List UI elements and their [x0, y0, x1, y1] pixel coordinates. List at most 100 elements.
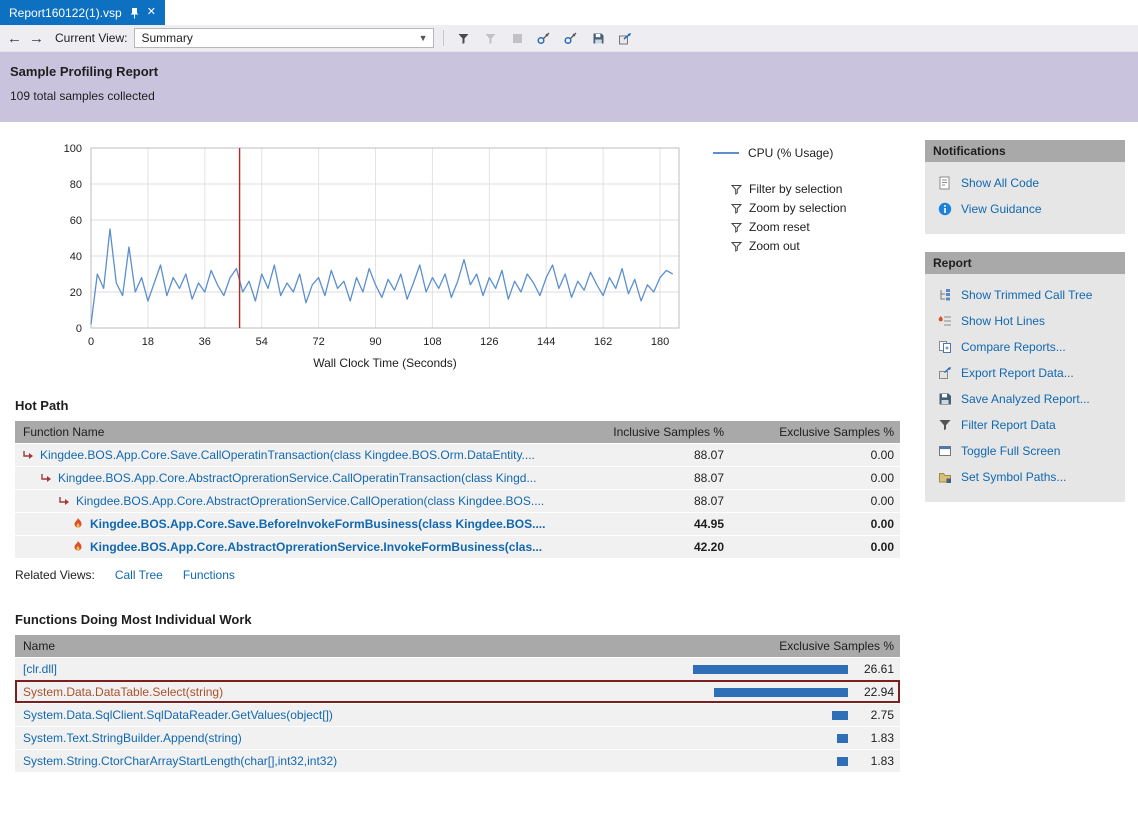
link-label: View Guidance	[961, 202, 1042, 216]
link-label: Export Report Data...	[961, 366, 1074, 380]
function-link[interactable]: Kingdee.BOS.App.Core.Save.CallOperatinTr…	[40, 448, 535, 462]
function-link[interactable]: Kingdee.BOS.App.Core.AbstractOprerationS…	[76, 494, 544, 508]
column-function-name[interactable]: Function Name	[15, 425, 565, 439]
svg-text:20: 20	[70, 287, 82, 299]
toolbar-separator	[443, 30, 444, 46]
function-link[interactable]: Kingdee.BOS.App.Core.AbstractOprerationS…	[58, 471, 536, 485]
zoom-reset-button[interactable]: Zoom reset	[731, 220, 846, 234]
hot-path-table-header[interactable]: Function Name Inclusive Samples % Exclus…	[15, 421, 900, 443]
legend-label: CPU (% Usage)	[748, 146, 833, 160]
function-link[interactable]: Kingdee.BOS.App.Core.AbstractOprerationS…	[90, 540, 542, 554]
tab-title: Report160122(1).vsp	[9, 6, 122, 20]
table-row[interactable]: System.String.CtorCharArrayStartLength(c…	[15, 749, 900, 772]
function-link[interactable]: System.Data.SqlClient.SqlDataReader.GetV…	[15, 708, 678, 722]
svg-text:108: 108	[423, 336, 441, 348]
column-name[interactable]: Name	[15, 639, 730, 653]
svg-text:126: 126	[480, 336, 498, 348]
hot-path-table: Function Name Inclusive Samples % Exclus…	[15, 421, 900, 558]
notifications-panel: Notifications Show All Code View Guidanc…	[925, 140, 1125, 234]
key-icon-2[interactable]	[561, 28, 581, 48]
table-row[interactable]: Kingdee.BOS.App.Core.Save.BeforeInvokeFo…	[15, 512, 900, 535]
toggle-full-screen-link[interactable]: Toggle Full Screen	[925, 438, 1125, 464]
table-row[interactable]: [clr.dll] 26.61	[15, 657, 900, 680]
call-tree-link[interactable]: Call Tree	[115, 568, 163, 582]
tool-label: Zoom reset	[749, 220, 810, 234]
export-report-data-link[interactable]: Export Report Data...	[925, 360, 1125, 386]
zoom-out-button[interactable]: Zoom out	[731, 239, 846, 253]
funnel-icon	[731, 241, 742, 252]
cpu-usage-chart[interactable]: 01836547290108126144162180020406080100Wa…	[45, 140, 705, 372]
zoom-by-selection-button[interactable]: Zoom by selection	[731, 201, 846, 215]
stop-square-icon	[507, 28, 527, 48]
table-row[interactable]: System.Text.StringBuilder.Append(string)…	[15, 726, 900, 749]
svg-text:180: 180	[651, 336, 669, 348]
table-row[interactable]: System.Data.SqlClient.SqlDataReader.GetV…	[15, 703, 900, 726]
function-link[interactable]: [clr.dll]	[15, 662, 678, 676]
functions-link[interactable]: Functions	[183, 568, 235, 582]
functions-work-title: Functions Doing Most Individual Work	[15, 612, 915, 627]
function-link[interactable]: Kingdee.BOS.App.Core.Save.BeforeInvokeFo…	[90, 517, 545, 531]
pin-icon[interactable]	[130, 7, 139, 19]
show-trimmed-call-tree-link[interactable]: Show Trimmed Call Tree	[925, 282, 1125, 308]
svg-text:0: 0	[76, 323, 82, 335]
column-exclusive-samples[interactable]: Exclusive Samples %	[730, 639, 900, 653]
notifications-header: Notifications	[925, 140, 1125, 162]
set-symbol-paths-link[interactable]: Set Symbol Paths...	[925, 464, 1125, 490]
function-link[interactable]: System.String.CtorCharArrayStartLength(c…	[15, 754, 678, 768]
link-label: Show Trimmed Call Tree	[961, 288, 1092, 302]
svg-text:72: 72	[312, 336, 324, 348]
svg-text:18: 18	[142, 336, 154, 348]
svg-text:60: 60	[70, 215, 82, 227]
inclusive-value: 42.20	[565, 540, 730, 554]
folder-icon	[937, 470, 952, 484]
view-dropdown[interactable]: Summary ▼	[134, 28, 434, 48]
svg-text:80: 80	[70, 179, 82, 191]
column-inclusive-samples[interactable]: Inclusive Samples %	[565, 425, 730, 439]
link-label: Show Hot Lines	[961, 314, 1045, 328]
link-label: Toggle Full Screen	[961, 444, 1060, 458]
report-panel: Report Show Trimmed Call Tree Show Hot L…	[925, 252, 1125, 502]
table-row[interactable]: Kingdee.BOS.App.Core.AbstractOprerationS…	[15, 489, 900, 512]
flame-icon	[72, 518, 84, 530]
compare-reports-link[interactable]: Compare Reports...	[925, 334, 1125, 360]
samples-collected-text: 109 total samples collected	[10, 89, 1128, 103]
document-tab[interactable]: Report160122(1).vsp ✕	[0, 0, 165, 25]
column-exclusive-samples[interactable]: Exclusive Samples %	[730, 425, 900, 439]
info-icon	[937, 202, 952, 216]
export-icon[interactable]	[615, 28, 635, 48]
report-header: Report	[925, 252, 1125, 274]
table-row[interactable]: Kingdee.BOS.App.Core.AbstractOprerationS…	[15, 535, 900, 558]
table-row[interactable]: Kingdee.BOS.App.Core.Save.CallOperatinTr…	[15, 443, 900, 466]
table-row[interactable]: Kingdee.BOS.App.Core.AbstractOprerationS…	[15, 466, 900, 489]
function-link[interactable]: System.Data.DataTable.Select(string)	[15, 685, 678, 699]
exclusive-value: 0.00	[730, 471, 900, 485]
show-hot-lines-link[interactable]: Show Hot Lines	[925, 308, 1125, 334]
functions-table-header[interactable]: Name Exclusive Samples %	[15, 635, 900, 657]
function-link[interactable]: System.Text.StringBuilder.Append(string)	[15, 731, 678, 745]
filter-report-data-link[interactable]: Filter Report Data	[925, 412, 1125, 438]
key-icon[interactable]	[534, 28, 554, 48]
toolbar: ← → Current View: Summary ▼	[0, 25, 1138, 52]
save-icon[interactable]	[588, 28, 608, 48]
hot-path-title: Hot Path	[15, 398, 915, 413]
save-analyzed-report-link[interactable]: Save Analyzed Report...	[925, 386, 1125, 412]
exclusive-value: 0.00	[730, 448, 900, 462]
sample-bar	[714, 688, 848, 697]
funnel-icon[interactable]	[453, 28, 473, 48]
call-tree-icon	[937, 288, 952, 302]
back-button[interactable]: ←	[7, 30, 22, 47]
chart-legend: CPU (% Usage)	[713, 146, 846, 160]
call-path-arrow-icon	[22, 450, 34, 461]
filter-by-selection-button[interactable]: Filter by selection	[731, 182, 846, 196]
tool-label: Zoom by selection	[749, 201, 846, 215]
highlighted-row[interactable]: System.Data.DataTable.Select(string) 22.…	[15, 680, 900, 703]
view-guidance-link[interactable]: View Guidance	[925, 196, 1125, 222]
funnel-icon	[937, 418, 952, 432]
close-icon[interactable]: ✕	[147, 7, 156, 18]
forward-button[interactable]: →	[29, 30, 44, 47]
hot-lines-icon	[937, 314, 952, 328]
exclusive-value: 0.00	[730, 540, 900, 554]
flame-icon	[72, 541, 84, 553]
show-all-code-link[interactable]: Show All Code	[925, 170, 1125, 196]
window-frame-icon	[937, 444, 952, 458]
